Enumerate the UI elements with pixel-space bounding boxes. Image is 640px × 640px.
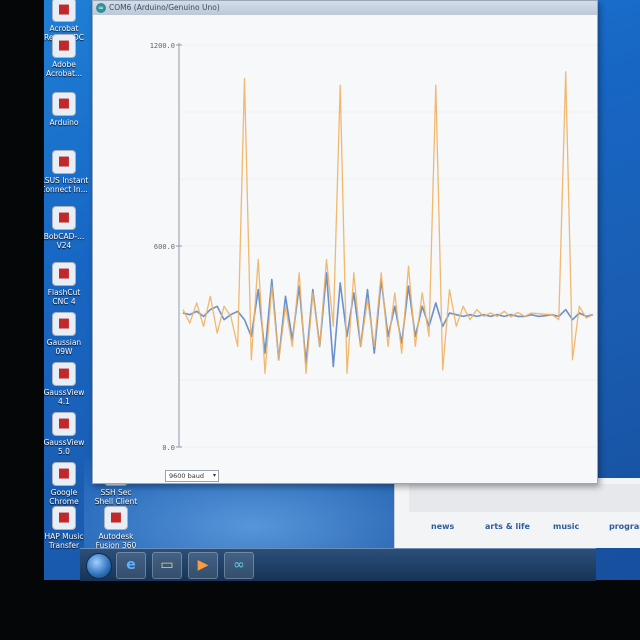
desktop-icon-arduino[interactable]: ■ Arduino [44,92,92,127]
gaussview-41-icon: ■ [52,362,76,386]
window-titlebar[interactable]: ∞ COM6 (Arduino/Genuino Uno) [93,1,597,15]
desktop-icon-gaussview-41[interactable]: ■ GaussView 4.1 [44,362,92,406]
desktop-icon-adobe-acrobat[interactable]: ■ Adobe Acrobat... [44,34,92,78]
desktop-icon-label: Arduino [49,118,79,127]
desktop-icon-autodesk-fusion[interactable]: ■ Autodesk Fusion 360 [88,506,144,550]
nav-link-news[interactable]: news [431,522,454,531]
acrobat-reader-icon: ■ [52,0,76,22]
start-button[interactable] [86,553,112,579]
hap-music-icon: ■ [52,506,76,530]
desktop-icon-label: BobCAD-... V24 [44,232,85,250]
autodesk-fusion-icon: ■ [104,506,128,530]
desktop-icon-gaussview-50[interactable]: ■ GaussView 5.0 [44,412,92,456]
desktop-icon-label: SSH Sec Shell Client [94,488,138,506]
y-tick-label: 0.0 [162,444,175,452]
taskbar: e ▭ ▶ ∞ [80,548,596,581]
arduino-icon: ■ [52,92,76,116]
desktop-icon-label: Gaussian 09W [46,338,82,356]
desktop-icon-chrome[interactable]: ■ Google Chrome [44,462,92,506]
desktop-icon-label: FlashCut CNC 4 [47,288,81,306]
gaussian-icon: ■ [52,312,76,336]
desktop-icon-label: ASUS Instant Connect In... [44,176,89,194]
file-explorer-icon[interactable]: ▭ [152,552,182,579]
desktop-icon-label: Google Chrome [49,488,79,506]
desktop-icon-label: Adobe Acrobat... [45,60,83,78]
internet-explorer-icon[interactable]: e [116,552,146,579]
desktop-icon-asus-instant[interactable]: ■ ASUS Instant Connect In... [44,150,92,194]
chevron-down-icon: ▾ [212,472,216,479]
chrome-icon: ■ [52,462,76,486]
nav-link-arts-life[interactable]: arts & life [485,522,530,531]
arduino-icon: ∞ [96,3,106,13]
desktop-icon-bobcad[interactable]: ■ BobCAD-... V24 [44,206,92,250]
adobe-acrobat-icon: ■ [52,34,76,58]
nav-link-music[interactable]: music [553,522,579,531]
desktop-icon-flashcut[interactable]: ■ FlashCut CNC 4 [44,262,92,306]
desktop-icon-label: GaussView 4.1 [44,388,85,406]
y-axis-ticks: 1200.0 600.0 0.0 [150,42,182,452]
plot-grid [179,44,597,448]
y-tick-label: 600.0 [154,243,175,251]
baud-rate-select[interactable]: 9600 baud ▾ [165,470,219,482]
flashcut-icon: ■ [52,262,76,286]
browser-banner [409,484,640,512]
asus-instant-icon: ■ [52,150,76,174]
gaussview-50-icon: ■ [52,412,76,436]
baud-rate-value: 9600 baud [169,472,204,480]
desktop-icon-hap-music[interactable]: ■ HAP Music Transfer [44,506,92,550]
desktop-icon-gaussian[interactable]: ■ Gaussian 09W [44,312,92,356]
media-player-icon[interactable]: ▶ [188,552,218,579]
arduino-ide-icon[interactable]: ∞ [224,552,254,579]
desktop-icon-label: GaussView 5.0 [44,438,85,456]
plot-area: 1200.0 600.0 0.0 [150,42,597,452]
series-line-1 [182,271,594,368]
y-tick-label: 1200.0 [150,42,175,50]
browser-window[interactable]: news arts & life music programs a [394,478,640,548]
bobcad-icon: ■ [52,206,76,230]
plot-series [182,71,594,374]
nav-link-programs[interactable]: programs [609,522,640,531]
window-title: COM6 (Arduino/Genuino Uno) [109,3,220,12]
serial-plotter-window[interactable]: ∞ COM6 (Arduino/Genuino Uno) 1200.0 600.0… [92,0,598,484]
series-line-2 [182,71,594,374]
